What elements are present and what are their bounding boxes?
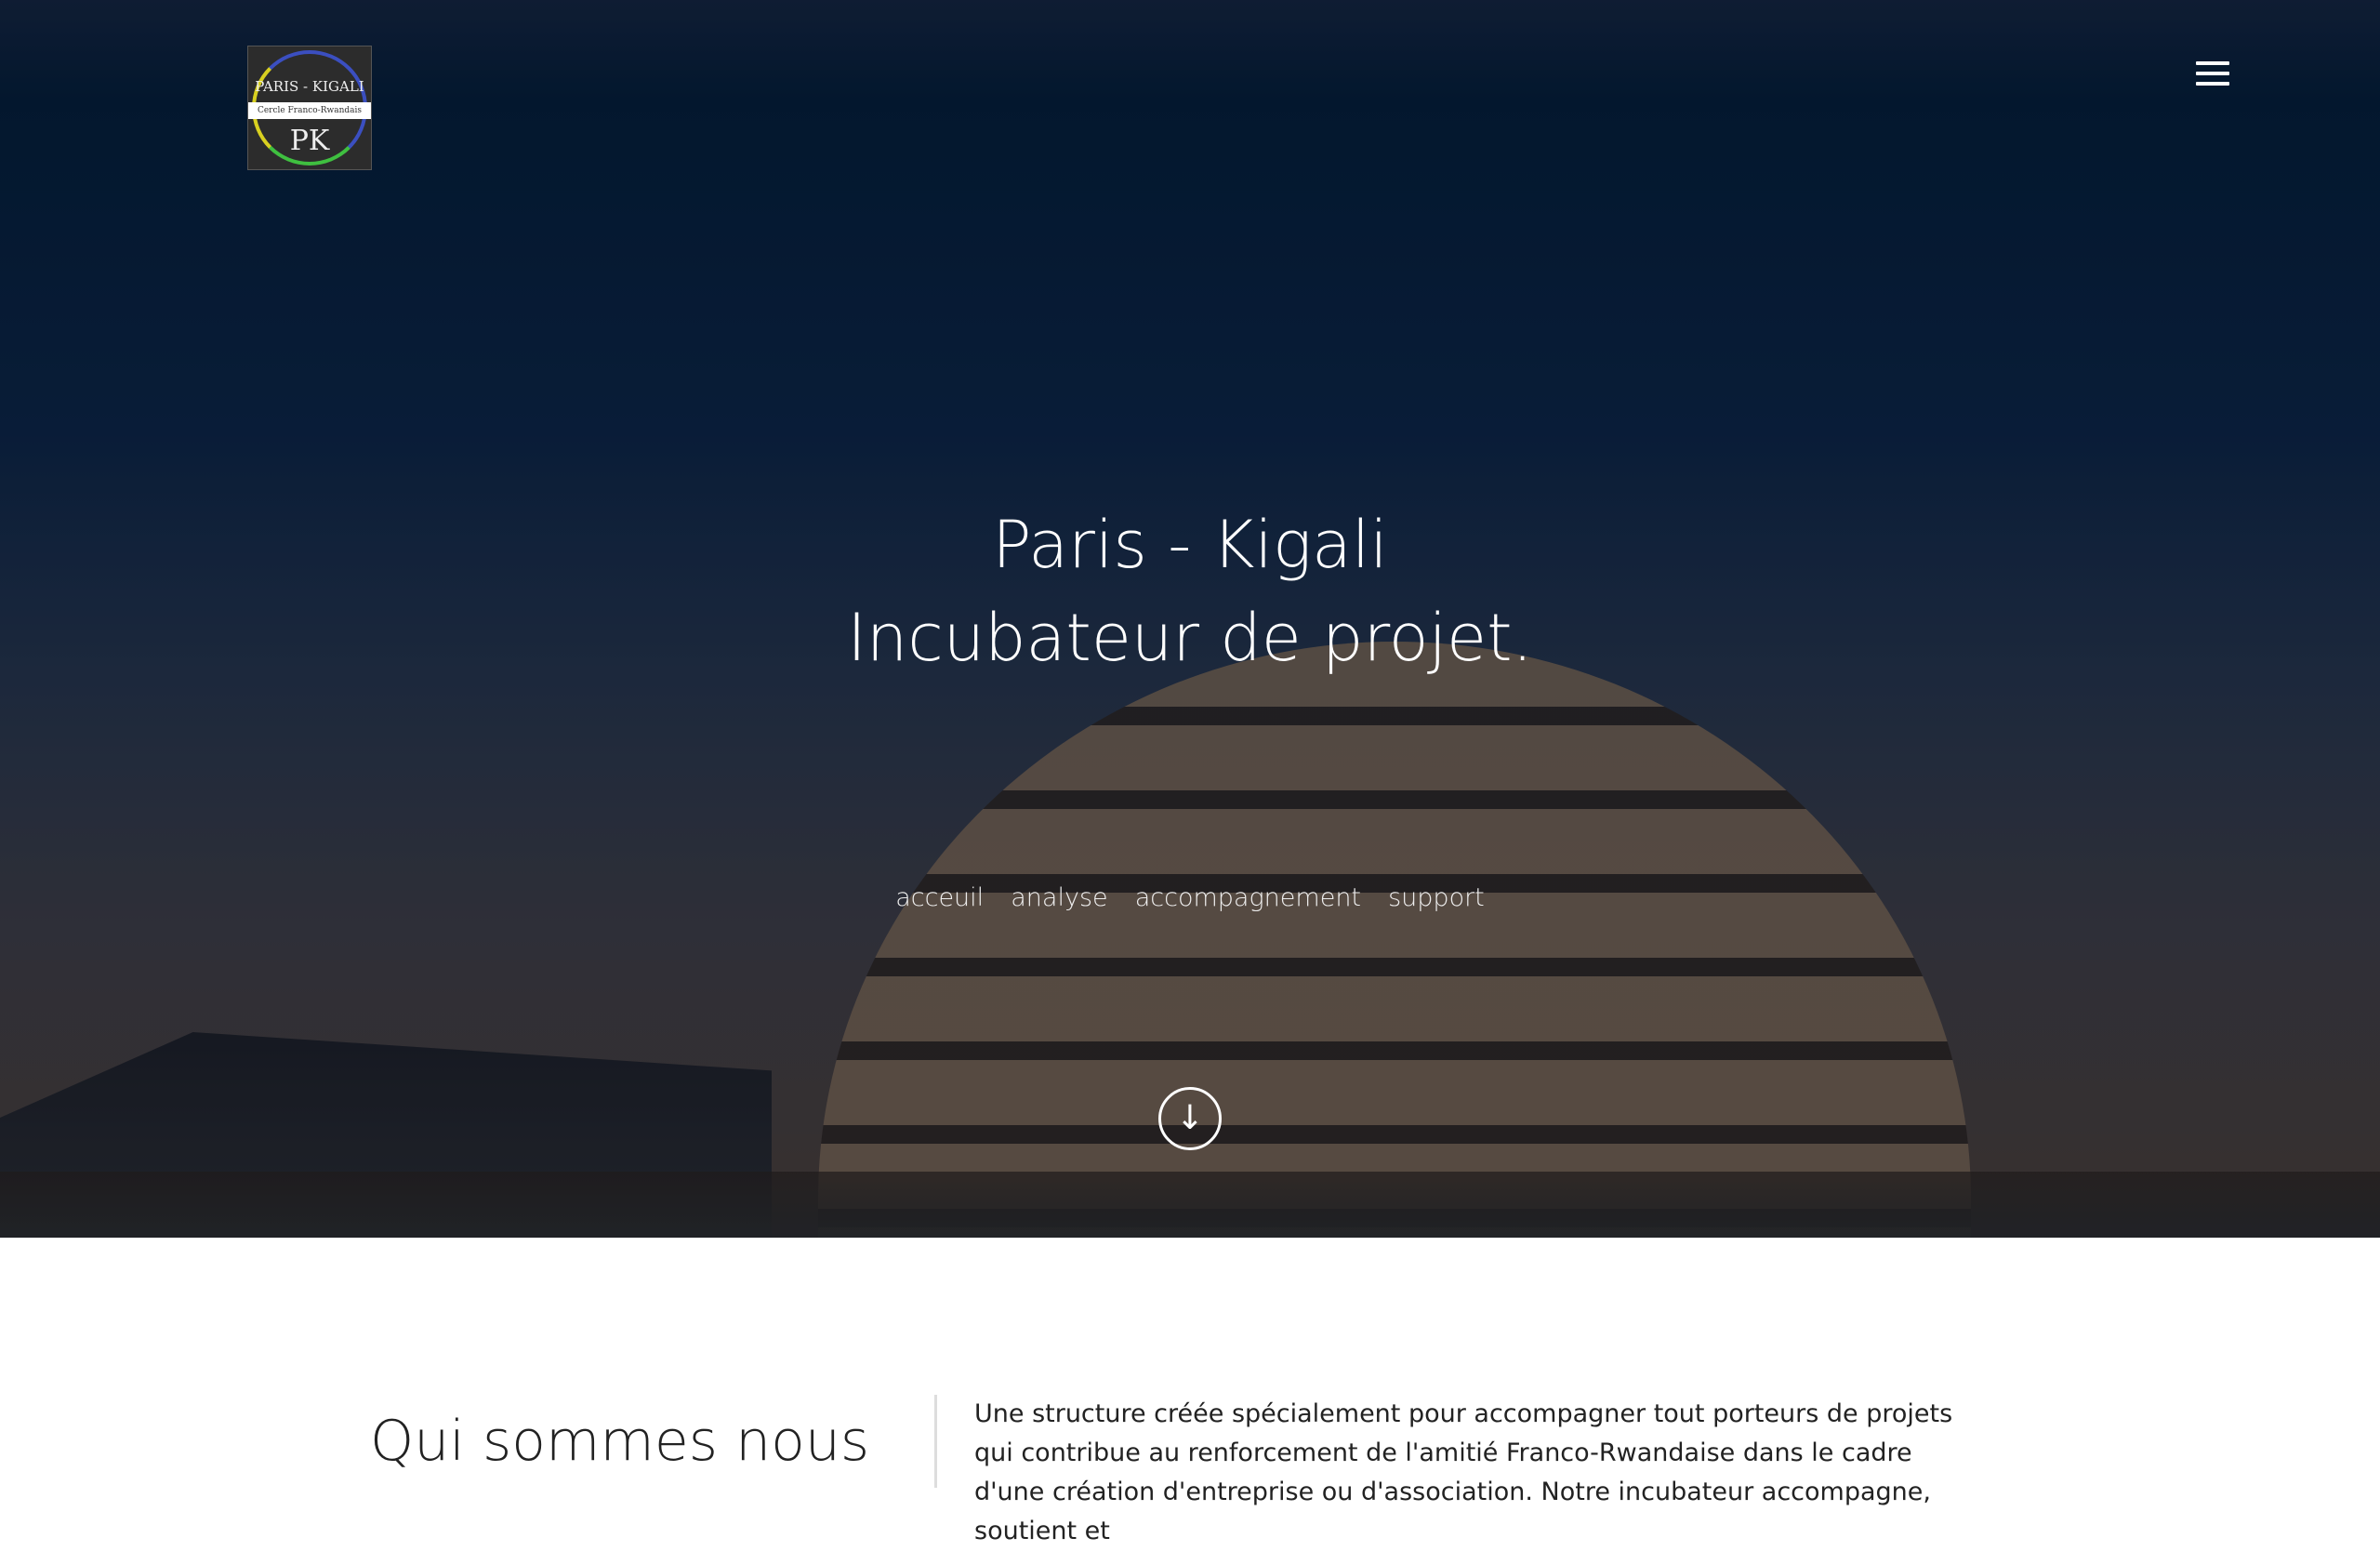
hero-title-line2: Incubateur de projet. (847, 600, 1533, 676)
nav-acceuil[interactable]: acceuil (895, 883, 984, 912)
hamburger-icon[interactable] (2196, 61, 2229, 86)
nav-support[interactable]: support (1388, 883, 1485, 912)
arrow-down-circle-icon[interactable]: ↓ (1158, 1087, 1222, 1150)
divider (934, 1395, 937, 1488)
about-text: Une structure créée spécialement pour ac… (974, 1399, 1953, 1545)
hero-section: PARIS - KIGALI Cercle Franco-Rwandais PK… (0, 0, 2380, 1238)
hero-nav: acceuil analyse accompagnement support (0, 883, 2380, 912)
logo[interactable]: PARIS - KIGALI Cercle Franco-Rwandais PK (247, 46, 372, 170)
about-title: Qui sommes nous (370, 1409, 870, 1474)
hero-title-line1: Paris - Kigali (992, 507, 1388, 583)
nav-accompagnement[interactable]: accompagnement (1135, 883, 1361, 912)
nav-analyse[interactable]: analyse (1011, 883, 1107, 912)
